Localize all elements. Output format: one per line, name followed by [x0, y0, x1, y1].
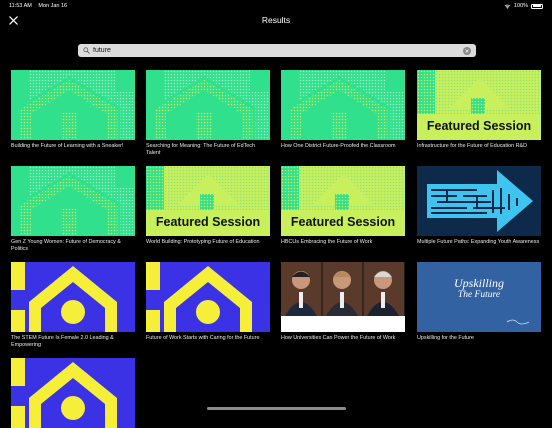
result-thumbnail[interactable]	[11, 166, 135, 236]
result-card[interactable]: Upskilling The Future Upskilling for the F…	[417, 262, 541, 342]
page-title: Results	[261, 15, 291, 25]
house-graphic-icon	[281, 70, 405, 140]
result-thumbnail[interactable]	[281, 70, 405, 140]
result-title: How Universities Can Power the Future of…	[281, 335, 396, 341]
result-card[interactable]: The STEM Future Is Female 2.0 Leading & …	[11, 262, 135, 348]
result-title: Upskilling for the Future	[417, 335, 474, 341]
battery-percent: 100%	[513, 3, 528, 9]
status-bar: 11:53 AM Mon Jan 16 100%	[0, 0, 552, 12]
featured-session-label: Featured Session	[155, 215, 261, 229]
result-thumbnail[interactable]	[417, 166, 541, 236]
result-card[interactable]: Searching for Meaning: The Future of EdT…	[146, 70, 270, 156]
result-card[interactable]: Gen Z Young Women: Future of Democracy &…	[11, 166, 135, 252]
wifi-icon	[504, 4, 511, 9]
blue-house-graphic-icon	[11, 358, 135, 428]
result-thumbnail[interactable]	[281, 262, 405, 332]
status-right: 100%	[504, 3, 543, 9]
result-card[interactable]: Featured Session Infrastructure for the F…	[417, 70, 541, 150]
result-title: How One District Future-Proofed the Clas…	[281, 143, 396, 149]
result-title: World Building: Prototyping Future of Ed…	[146, 239, 260, 245]
search-bar[interactable]	[78, 44, 476, 57]
result-card[interactable]: Featured Session World Building: Prototyp…	[146, 166, 270, 246]
house-graphic-icon	[146, 70, 270, 140]
blue-house-graphic-icon	[146, 262, 270, 332]
result-thumbnail[interactable]: Featured Session	[417, 70, 541, 140]
home-indicator[interactable]	[207, 407, 346, 410]
result-card[interactable]: Featured Session HBCUs Embracing the Futu…	[281, 166, 405, 246]
panel-photo-icon	[281, 262, 405, 332]
clear-search-button[interactable]	[463, 46, 471, 55]
result-thumbnail[interactable]	[11, 358, 135, 428]
result-thumbnail[interactable]	[11, 262, 135, 332]
featured-session-label: Featured Session	[426, 119, 532, 133]
house-graphic-icon	[11, 70, 135, 140]
result-title: Searching for Meaning: The Future of EdT…	[146, 143, 255, 156]
result-thumbnail[interactable]: Featured Session	[146, 166, 270, 236]
battery-icon	[531, 3, 543, 9]
search-icon	[83, 47, 90, 54]
result-card[interactable]: Future of Work Starts with Caring for th…	[146, 262, 270, 342]
result-title: Multiple Future Paths: Expanding Youth A…	[417, 239, 540, 245]
blue-house-graphic-icon	[11, 262, 135, 332]
clear-icon	[465, 48, 469, 53]
maze-arrow-icon	[417, 166, 541, 236]
result-card[interactable]: Multiple Future Paths: Expanding Youth A…	[417, 166, 541, 246]
result-title: Gen Z Young Women: Future of Democracy &…	[11, 239, 121, 252]
result-card[interactable]: How One District Future-Proofed the Clas…	[281, 70, 405, 150]
result-thumbnail[interactable]	[146, 262, 270, 332]
result-thumbnail[interactable]: Upskilling The Future	[417, 262, 541, 332]
result-title: The STEM Future Is Female 2.0 Leading & …	[11, 335, 114, 348]
search-input[interactable]	[93, 45, 463, 56]
result-title: Infrastructure for the Future of Educati…	[417, 143, 527, 149]
cover-line-2: The Future	[457, 290, 501, 300]
result-thumbnail[interactable]	[11, 70, 135, 140]
result-card[interactable]: How Universities Can Power the Future of…	[281, 262, 405, 342]
status-time: 11:53 AM	[9, 3, 32, 9]
result-card[interactable]: Building the Future of Learning with a S…	[11, 70, 135, 150]
cover-line-1: Upskilling	[454, 276, 504, 290]
result-card[interactable]	[11, 358, 135, 428]
status-left: 11:53 AM Mon Jan 16	[9, 3, 72, 9]
featured-session-label: Featured Session	[290, 215, 396, 229]
status-date: Mon Jan 16	[38, 3, 68, 9]
result-title: HBCUs Embracing the Future of Work	[281, 239, 373, 245]
result-thumbnail[interactable]: Featured Session	[281, 166, 405, 236]
result-title: Building the Future of Learning with a S…	[11, 143, 124, 149]
result-thumbnail[interactable]	[146, 70, 270, 140]
house-graphic-icon	[11, 166, 135, 236]
result-title: Future of Work Starts with Caring for th…	[146, 335, 260, 341]
